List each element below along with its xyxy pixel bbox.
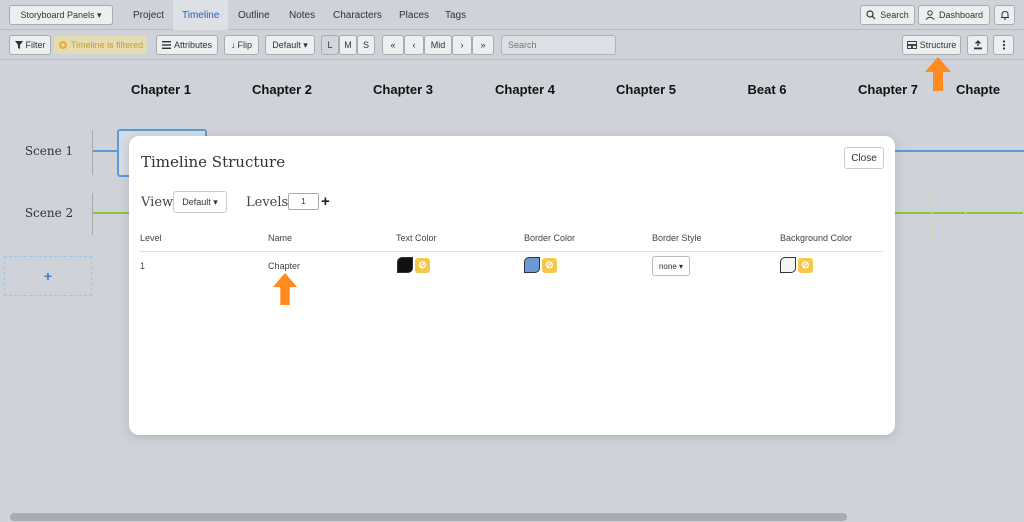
modal-title: Timeline Structure [141,153,286,171]
chapter-header-4[interactable]: Chapter 4 [475,82,575,97]
chapter-header-3[interactable]: Chapter 3 [353,82,453,97]
timeline-filtered-text: Timeline is filtered [71,40,144,50]
timeline-search-input[interactable] [501,35,616,55]
scroll-first-button[interactable]: « [382,35,404,55]
timeline-toolbar: Filter Timeline is filtered Attributes ↓… [0,31,1024,60]
col-background-color-header: Background Color [780,233,853,243]
search-button-label: Search [880,10,909,20]
levels-label: Levels [246,195,289,210]
size-medium-button[interactable]: M [339,35,357,55]
dashboard-button[interactable]: Dashboard [918,5,990,25]
scene-card[interactable] [965,193,1024,240]
tab-places[interactable]: Places [390,0,438,30]
col-border-style-header: Border Style [652,233,702,243]
scroll-next-button[interactable]: › [452,35,472,55]
export-button[interactable] [967,35,988,55]
view-select[interactable]: Default ▾ [173,191,227,213]
scroll-prev-button[interactable]: ‹ [404,35,424,55]
arrow-down-icon: ↓ [230,40,236,50]
more-vertical-icon [1002,40,1005,50]
chapter-header-1[interactable]: Chapter 1 [111,82,211,97]
size-small-button[interactable]: S [357,35,375,55]
filter-icon [14,41,23,49]
levels-input[interactable]: 1 [288,193,319,210]
border-color-swatch[interactable] [524,257,540,273]
structure-button-label: Structure [919,40,957,50]
col-name-header: Name [268,233,293,243]
default-view-select[interactable]: Default ▾ [265,35,315,55]
col-text-color-header: Text Color [396,233,437,243]
col-border-color-header: Border Color [524,233,576,243]
border-color-none-icon[interactable]: ⊘ [542,258,557,273]
arrow-up-icon [925,57,951,91]
border-style-select[interactable]: none ▾ [652,256,690,276]
filter-button-label: Filter [25,40,46,50]
background-color-none-icon[interactable]: ⊘ [798,258,813,273]
background-color-swatch[interactable] [780,257,796,273]
timeline-structure-modal: Timeline Structure Close View Default ▾ … [129,136,895,435]
notifications-button[interactable] [994,5,1015,25]
beat-header-6[interactable]: Beat 6 [717,82,817,97]
structure-button[interactable]: Structure [902,35,961,55]
tab-tags[interactable]: Tags [436,0,475,30]
top-nav: Storyboard Panels ▾ Project Timeline Out… [0,0,1024,30]
scroll-last-button[interactable]: » [472,35,494,55]
flip-button[interactable]: ↓ Flip [224,35,259,55]
tab-notes[interactable]: Notes [280,0,324,30]
text-color-swatch[interactable] [397,257,413,273]
size-large-button[interactable]: L [321,35,339,55]
row-name[interactable]: Chapter [268,261,300,271]
scene-label-1[interactable]: Scene 1 [14,144,84,158]
chapter-header-5[interactable]: Chapter 5 [596,82,696,97]
user-icon [925,10,935,20]
project-menu-button[interactable]: Storyboard Panels ▾ [9,5,113,25]
chapter-header-8[interactable]: Chapte [956,82,1024,97]
add-scene-button[interactable]: + [4,256,92,296]
chapter-header-2[interactable]: Chapter 2 [232,82,332,97]
scroll-mid-button[interactable]: Mid [424,35,452,55]
row-level: 1 [140,261,146,271]
text-color-none-icon[interactable]: ⊘ [415,258,430,273]
horizontal-scrollbar-thumb[interactable] [10,513,847,521]
view-label: View [141,195,174,210]
tab-outline[interactable]: Outline [229,0,279,30]
arrow-up-icon [272,273,298,305]
export-icon [973,40,982,50]
more-options-button[interactable] [993,35,1014,55]
close-button[interactable]: Close [844,147,884,169]
filter-button[interactable]: Filter [9,35,51,55]
attributes-button[interactable]: Attributes [156,35,218,55]
timeline-filtered-badge: Timeline is filtered [54,36,148,54]
chapter-header-7[interactable]: Chapter 7 [838,82,938,97]
scene-divider-2 [92,193,93,235]
tab-timeline[interactable]: Timeline [173,0,229,30]
structure-icon [906,41,917,49]
bell-icon [1000,10,1009,20]
flip-button-label: Flip [237,40,252,50]
gear-icon [59,41,67,49]
dashboard-button-label: Dashboard [938,10,984,20]
global-search-button[interactable]: Search [860,5,915,25]
scene-label-2[interactable]: Scene 2 [14,206,84,220]
table-divider [139,251,884,252]
search-icon [866,10,876,20]
attributes-button-label: Attributes [173,40,213,50]
scene-divider-1 [92,130,93,175]
tab-project[interactable]: Project [124,0,173,30]
add-level-icon[interactable]: + [321,193,330,210]
col-level-header: Level [140,233,162,243]
tab-characters[interactable]: Characters [324,0,391,30]
list-icon [161,41,171,49]
